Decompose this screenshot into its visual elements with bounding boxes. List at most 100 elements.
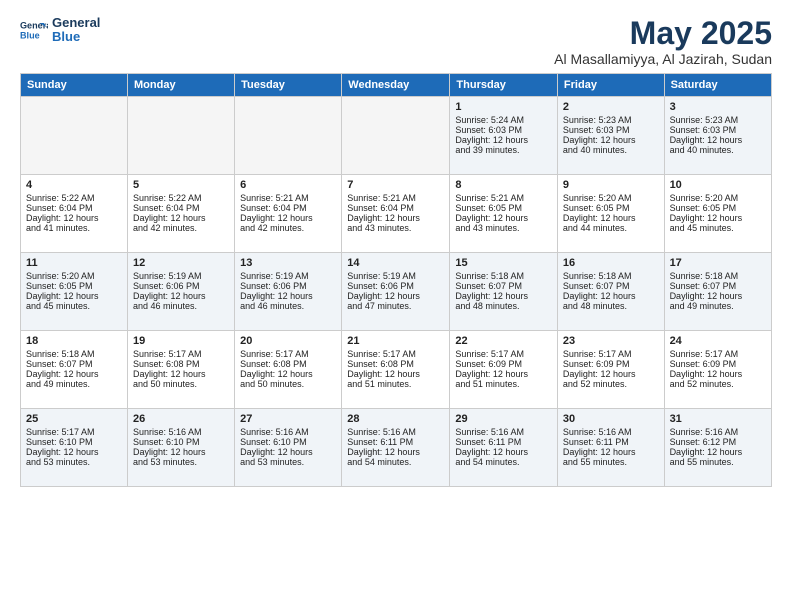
day-info-line: Sunrise: 5:16 AM [670, 427, 766, 437]
logo-line2: Blue [52, 30, 100, 44]
day-info-line: and 40 minutes. [670, 145, 766, 155]
day-info-line: and 52 minutes. [563, 379, 659, 389]
day-info-line: and 49 minutes. [26, 379, 122, 389]
day-info-line: Sunset: 6:11 PM [455, 437, 552, 447]
day-cell: 15Sunrise: 5:18 AMSunset: 6:07 PMDayligh… [450, 253, 558, 331]
col-header-sunday: Sunday [21, 74, 128, 97]
day-info-line: Daylight: 12 hours [455, 369, 552, 379]
day-info-line: Sunrise: 5:16 AM [347, 427, 444, 437]
logo-line1: General [52, 16, 100, 30]
day-info-line: Sunrise: 5:16 AM [563, 427, 659, 437]
day-info-line: Sunrise: 5:19 AM [133, 271, 229, 281]
day-cell: 27Sunrise: 5:16 AMSunset: 6:10 PMDayligh… [235, 409, 342, 487]
day-info-line: and 41 minutes. [26, 223, 122, 233]
day-info-line: and 45 minutes. [26, 301, 122, 311]
day-number: 25 [26, 413, 122, 425]
day-number: 7 [347, 179, 444, 191]
day-info-line: Sunset: 6:04 PM [133, 203, 229, 213]
day-info-line: Daylight: 12 hours [455, 447, 552, 457]
day-number: 30 [563, 413, 659, 425]
svg-text:Blue: Blue [20, 31, 40, 41]
day-cell [21, 97, 128, 175]
day-number: 9 [563, 179, 659, 191]
day-info-line: Sunrise: 5:21 AM [240, 193, 336, 203]
day-info-line: Sunrise: 5:21 AM [455, 193, 552, 203]
day-info-line: Sunrise: 5:19 AM [240, 271, 336, 281]
day-info-line: Daylight: 12 hours [347, 369, 444, 379]
day-info-line: Sunrise: 5:16 AM [455, 427, 552, 437]
day-cell: 2Sunrise: 5:23 AMSunset: 6:03 PMDaylight… [557, 97, 664, 175]
day-number: 15 [455, 257, 552, 269]
day-info-line: Sunset: 6:08 PM [347, 359, 444, 369]
day-number: 2 [563, 101, 659, 113]
day-cell: 16Sunrise: 5:18 AMSunset: 6:07 PMDayligh… [557, 253, 664, 331]
day-info-line: Sunset: 6:06 PM [347, 281, 444, 291]
day-cell: 13Sunrise: 5:19 AMSunset: 6:06 PMDayligh… [235, 253, 342, 331]
title-block: May 2025 Al Masallamiyya, Al Jazirah, Su… [554, 16, 772, 67]
day-info-line: Daylight: 12 hours [347, 447, 444, 457]
day-info-line: Sunrise: 5:17 AM [240, 349, 336, 359]
day-cell: 6Sunrise: 5:21 AMSunset: 6:04 PMDaylight… [235, 175, 342, 253]
day-info-line: Sunrise: 5:16 AM [240, 427, 336, 437]
day-info-line: Daylight: 12 hours [240, 213, 336, 223]
day-info-line: Sunset: 6:07 PM [455, 281, 552, 291]
day-info-line: Sunset: 6:09 PM [563, 359, 659, 369]
day-cell: 24Sunrise: 5:17 AMSunset: 6:09 PMDayligh… [664, 331, 771, 409]
day-info-line: Sunset: 6:08 PM [240, 359, 336, 369]
day-info-line: and 42 minutes. [240, 223, 336, 233]
day-cell: 8Sunrise: 5:21 AMSunset: 6:05 PMDaylight… [450, 175, 558, 253]
day-info-line: Sunset: 6:04 PM [26, 203, 122, 213]
day-info-line: Daylight: 12 hours [670, 291, 766, 301]
day-cell: 30Sunrise: 5:16 AMSunset: 6:11 PMDayligh… [557, 409, 664, 487]
day-info-line: Daylight: 12 hours [133, 369, 229, 379]
day-info-line: Sunrise: 5:21 AM [347, 193, 444, 203]
day-number: 1 [455, 101, 552, 113]
day-cell: 22Sunrise: 5:17 AMSunset: 6:09 PMDayligh… [450, 331, 558, 409]
day-info-line: Daylight: 12 hours [133, 447, 229, 457]
day-info-line: Daylight: 12 hours [26, 291, 122, 301]
day-cell: 1Sunrise: 5:24 AMSunset: 6:03 PMDaylight… [450, 97, 558, 175]
day-info-line: Sunrise: 5:18 AM [455, 271, 552, 281]
day-info-line: Daylight: 12 hours [563, 447, 659, 457]
day-info-line: Daylight: 12 hours [347, 213, 444, 223]
day-cell: 28Sunrise: 5:16 AMSunset: 6:11 PMDayligh… [342, 409, 450, 487]
day-info-line: Daylight: 12 hours [133, 291, 229, 301]
day-info-line: and 47 minutes. [347, 301, 444, 311]
day-info-line: Daylight: 12 hours [563, 291, 659, 301]
day-info-line: and 40 minutes. [563, 145, 659, 155]
day-info-line: Daylight: 12 hours [133, 213, 229, 223]
day-info-line: Sunrise: 5:17 AM [26, 427, 122, 437]
day-info-line: Sunrise: 5:20 AM [26, 271, 122, 281]
day-info-line: Sunset: 6:07 PM [670, 281, 766, 291]
day-info-line: Daylight: 12 hours [670, 447, 766, 457]
day-cell: 17Sunrise: 5:18 AMSunset: 6:07 PMDayligh… [664, 253, 771, 331]
day-info-line: Daylight: 12 hours [240, 291, 336, 301]
day-number: 28 [347, 413, 444, 425]
header: General Blue General Blue May 2025 Al Ma… [20, 16, 772, 67]
svg-text:General: General [20, 21, 48, 31]
day-cell: 23Sunrise: 5:17 AMSunset: 6:09 PMDayligh… [557, 331, 664, 409]
day-info-line: Daylight: 12 hours [563, 135, 659, 145]
day-info-line: and 48 minutes. [563, 301, 659, 311]
day-info-line: Sunrise: 5:17 AM [347, 349, 444, 359]
day-cell: 12Sunrise: 5:19 AMSunset: 6:06 PMDayligh… [128, 253, 235, 331]
day-info-line: Sunrise: 5:17 AM [670, 349, 766, 359]
week-row-4: 18Sunrise: 5:18 AMSunset: 6:07 PMDayligh… [21, 331, 772, 409]
day-info-line: Sunrise: 5:20 AM [670, 193, 766, 203]
header-row: SundayMondayTuesdayWednesdayThursdayFrid… [21, 74, 772, 97]
day-number: 4 [26, 179, 122, 191]
day-number: 3 [670, 101, 766, 113]
day-info-line: Sunset: 6:04 PM [240, 203, 336, 213]
day-info-line: Sunset: 6:03 PM [455, 125, 552, 135]
day-info-line: Sunrise: 5:18 AM [670, 271, 766, 281]
week-row-2: 4Sunrise: 5:22 AMSunset: 6:04 PMDaylight… [21, 175, 772, 253]
day-cell: 29Sunrise: 5:16 AMSunset: 6:11 PMDayligh… [450, 409, 558, 487]
day-info-line: Sunset: 6:05 PM [455, 203, 552, 213]
day-info-line: and 54 minutes. [455, 457, 552, 467]
calendar-table: SundayMondayTuesdayWednesdayThursdayFrid… [20, 73, 772, 487]
day-info-line: Daylight: 12 hours [26, 369, 122, 379]
week-row-3: 11Sunrise: 5:20 AMSunset: 6:05 PMDayligh… [21, 253, 772, 331]
day-info-line: Sunset: 6:07 PM [26, 359, 122, 369]
day-info-line: Sunset: 6:08 PM [133, 359, 229, 369]
day-number: 19 [133, 335, 229, 347]
